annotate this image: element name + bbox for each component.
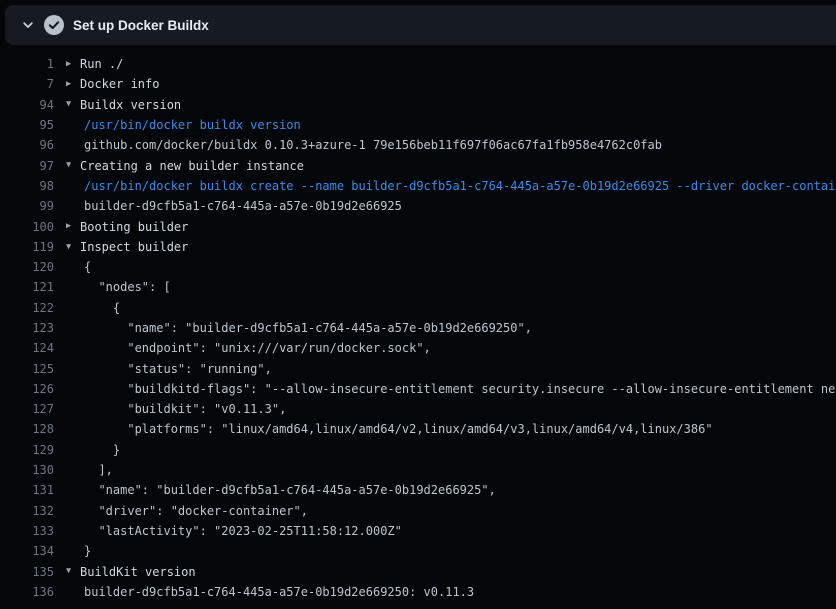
line-number[interactable]: 122 [0,301,54,315]
line-number[interactable]: 134 [0,544,54,558]
log-line: 126 "buildkitd-flags": "--allow-insecure… [0,379,836,399]
log-line: 136 builder-d9cfb5a1-c764-445a-a57e-0b19… [0,582,836,602]
line-text: github.com/docker/buildx 0.10.3+azure-1 … [80,138,662,152]
line-number[interactable]: 96 [0,138,54,152]
line-text: BuildKit version [80,565,196,579]
line-text: "status": "running", [80,362,272,376]
group-expanded-icon[interactable]: ▼ [66,567,80,576]
log-line: 123 "name": "builder-d9cfb5a1-c764-445a-… [0,318,836,338]
log-line: 95 /usr/bin/docker buildx version [0,115,836,135]
line-text: "name": "builder-d9cfb5a1-c764-445a-a57e… [80,483,496,497]
line-text: "lastActivity": "2023-02-25T11:58:12.000… [80,524,402,538]
line-text: "nodes": [ [80,280,171,294]
line-text: } [80,443,120,457]
line-text: "platforms": "linux/amd64,linux/amd64/v2… [80,422,713,436]
log-line: 128 "platforms": "linux/amd64,linux/amd6… [0,419,836,439]
line-text: Booting builder [80,220,188,234]
group-collapsed-icon[interactable]: ▶ [66,60,80,69]
line-number[interactable]: 123 [0,321,54,335]
log-line: 132 "driver": "docker-container", [0,501,836,521]
line-number[interactable]: 130 [0,463,54,477]
log-line: 130 ], [0,460,836,480]
line-number[interactable]: 133 [0,524,54,538]
log-line: 121 "nodes": [ [0,277,836,297]
line-number[interactable]: 119 [0,240,54,254]
line-number[interactable]: 129 [0,443,54,457]
line-text: Docker info [80,77,159,91]
line-text: builder-d9cfb5a1-c764-445a-a57e-0b19d2e6… [80,585,474,599]
log-line: 97 ▼ Creating a new builder instance [0,155,836,175]
line-number[interactable]: 124 [0,341,54,355]
log-lines: 1 ▶ Run ./ 7 ▶ Docker info 94 ▼ Buildx v… [0,54,836,602]
line-text: "buildkit": "v0.11.3", [80,402,286,416]
log-line: 134 } [0,541,836,561]
line-text: Buildx version [80,98,181,112]
log-line: 129 } [0,440,836,460]
line-text: "driver": "docker-container", [80,504,308,518]
line-number[interactable]: 127 [0,402,54,416]
log-line: 100 ▶ Booting builder [0,216,836,236]
line-number[interactable]: 100 [0,220,54,234]
line-number[interactable]: 125 [0,362,54,376]
log-line: 131 "name": "builder-d9cfb5a1-c764-445a-… [0,480,836,500]
group-expanded-icon[interactable]: ▼ [66,100,80,109]
line-text: /usr/bin/docker buildx create --name bui… [80,179,836,193]
line-text: Creating a new builder instance [80,159,304,173]
line-number[interactable]: 126 [0,382,54,396]
line-number[interactable]: 94 [0,98,54,112]
line-text: "endpoint": "unix:///var/run/docker.sock… [80,341,431,355]
log-line: 94 ▼ Buildx version [0,95,836,115]
step-title: Set up Docker Buildx [73,18,209,33]
check-circle-icon [44,15,64,35]
log-line: 120 { [0,257,836,277]
step-log: 1 ▶ Run ./ 7 ▶ Docker info 94 ▼ Buildx v… [0,45,836,602]
line-number[interactable]: 131 [0,483,54,497]
chevron-down-icon[interactable] [21,18,35,32]
group-collapsed-icon[interactable]: ▶ [66,80,80,89]
log-line: 119 ▼ Inspect builder [0,237,836,257]
line-number[interactable]: 98 [0,179,54,193]
line-text: { [80,260,91,274]
line-number[interactable]: 135 [0,565,54,579]
log-line: 98 /usr/bin/docker buildx create --name … [0,176,836,196]
line-text: } [80,544,91,558]
line-text: ], [80,463,113,477]
line-text: Run ./ [80,57,123,71]
line-text: { [80,301,120,315]
line-number[interactable]: 136 [0,585,54,599]
line-text: "name": "builder-d9cfb5a1-c764-445a-a57e… [80,321,532,335]
line-number[interactable]: 120 [0,260,54,274]
line-number[interactable]: 99 [0,199,54,213]
line-number[interactable]: 95 [0,118,54,132]
log-line: 127 "buildkit": "v0.11.3", [0,399,836,419]
step-header[interactable]: Set up Docker Buildx [5,5,836,45]
line-text: /usr/bin/docker buildx version [80,118,301,132]
line-number[interactable]: 121 [0,280,54,294]
line-number[interactable]: 132 [0,504,54,518]
log-line: 7 ▶ Docker info [0,74,836,94]
log-line: 122 { [0,298,836,318]
line-number[interactable]: 97 [0,159,54,173]
line-text: Inspect builder [80,240,188,254]
log-line: 96 github.com/docker/buildx 0.10.3+azure… [0,135,836,155]
group-collapsed-icon[interactable]: ▶ [66,222,80,231]
log-line: 1 ▶ Run ./ [0,54,836,74]
line-number[interactable]: 128 [0,422,54,436]
line-text: builder-d9cfb5a1-c764-445a-a57e-0b19d2e6… [80,199,402,213]
log-line: 99 builder-d9cfb5a1-c764-445a-a57e-0b19d… [0,196,836,216]
line-number[interactable]: 7 [0,77,54,91]
group-expanded-icon[interactable]: ▼ [66,161,80,170]
log-line: 135 ▼ BuildKit version [0,561,836,581]
group-expanded-icon[interactable]: ▼ [66,243,80,252]
log-line: 133 "lastActivity": "2023-02-25T11:58:12… [0,521,836,541]
line-number[interactable]: 1 [0,57,54,71]
log-line: 124 "endpoint": "unix:///var/run/docker.… [0,338,836,358]
line-text: "buildkitd-flags": "--allow-insecure-ent… [80,382,836,396]
log-line: 125 "status": "running", [0,358,836,378]
